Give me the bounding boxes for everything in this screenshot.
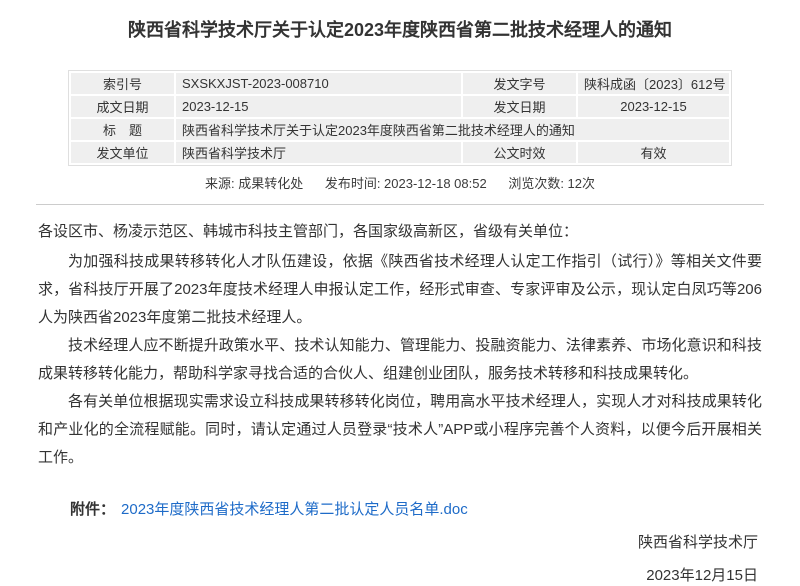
meta-value-date-issued: 2023-12-15 xyxy=(578,96,729,117)
page-title: 陕西省科学技术厅关于认定2023年度陕西省第二批技术经理人的通知 xyxy=(0,16,800,44)
signature-block: 陕西省科学技术厅 2023年12月15日 xyxy=(0,533,800,586)
publish-time-label: 发布时间: 2023-12-18 08:52 xyxy=(325,176,487,191)
meta-value-date-written: 2023-12-15 xyxy=(176,96,461,117)
meta-value-index: SXSKXJST-2023-008710 xyxy=(176,73,461,94)
body-paragraph: 技术经理人应不断提升政策水平、技术认知能力、管理能力、投融资能力、法律素养、市场… xyxy=(38,332,762,388)
meta-value-issuer: 陕西省科学技术厅 xyxy=(176,142,461,163)
divider xyxy=(36,204,764,205)
salutation: 各设区市、杨凌示范区、韩城市科技主管部门，各国家级高新区，省级有关单位： xyxy=(38,218,762,246)
meta-label-issuer: 发文单位 xyxy=(71,142,174,163)
views-label: 浏览次数: 12次 xyxy=(508,176,595,191)
meta-row-issuer: 发文单位 陕西省科学技术厅 公文时效 有效 xyxy=(71,142,729,163)
meta-row-title: 标 题 陕西省科学技术厅关于认定2023年度陕西省第二批技术经理人的通知 xyxy=(71,119,729,140)
meta-label-index: 索引号 xyxy=(71,73,174,94)
meta-value-doc-number: 陕科成函〔2023〕612号 xyxy=(578,73,729,94)
signature-org: 陕西省科学技术厅 xyxy=(0,533,758,553)
attachment-link[interactable]: 2023年度陕西省技术经理人第二批认定人员名单.doc xyxy=(121,501,468,518)
body-paragraph: 为加强科技成果转移转化人才队伍建设，依据《陕西省技术经理人认定工作指引（试行）》… xyxy=(38,248,762,332)
source-info-line: 来源: 成果转化处 发布时间: 2023-12-18 08:52 浏览次数: 1… xyxy=(0,173,800,192)
meta-value-title: 陕西省科学技术厅关于认定2023年度陕西省第二批技术经理人的通知 xyxy=(176,119,729,140)
attachment-line: 附件： 2023年度陕西省技术经理人第二批认定人员名单.doc xyxy=(0,498,800,519)
meta-label-title: 标 题 xyxy=(71,119,174,140)
meta-value-validity: 有效 xyxy=(578,142,729,163)
signature-date: 2023年12月15日 xyxy=(0,566,758,586)
attachment-label: 附件： xyxy=(70,501,115,518)
meta-label-doc-number: 发文字号 xyxy=(463,73,576,94)
meta-label-date-issued: 发文日期 xyxy=(463,96,576,117)
document-meta-table: 索引号 SXSKXJST-2023-008710 发文字号 陕科成函〔2023〕… xyxy=(68,70,732,166)
meta-row-dates: 成文日期 2023-12-15 发文日期 2023-12-15 xyxy=(71,96,729,117)
meta-row-index: 索引号 SXSKXJST-2023-008710 发文字号 陕科成函〔2023〕… xyxy=(71,73,729,94)
body-paragraph: 各有关单位根据现实需求设立科技成果转移转化岗位，聘用高水平技术经理人，实现人才对… xyxy=(38,388,762,472)
source-label: 来源: 成果转化处 xyxy=(205,176,303,191)
meta-label-validity: 公文时效 xyxy=(463,142,576,163)
document-body: 各设区市、杨凌示范区、韩城市科技主管部门，各国家级高新区，省级有关单位： 为加强… xyxy=(0,218,800,472)
meta-label-date-written: 成文日期 xyxy=(71,96,174,117)
